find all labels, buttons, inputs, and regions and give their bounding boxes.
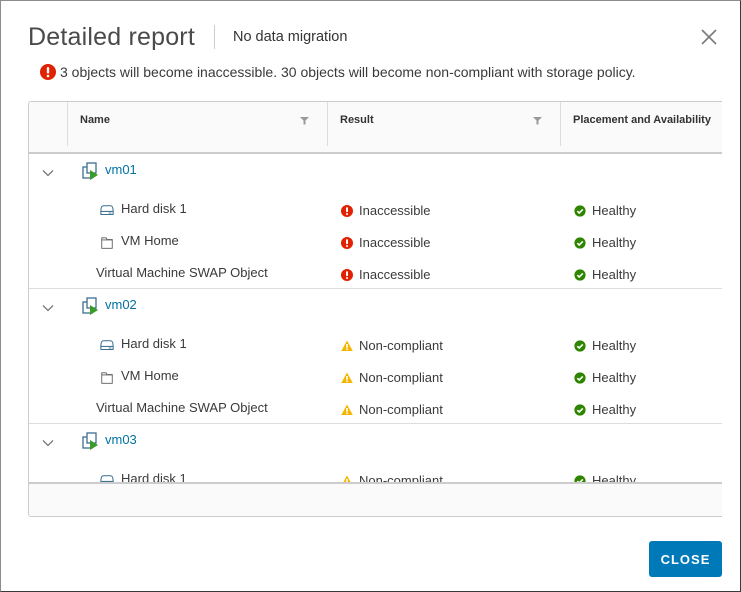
placement-status: Healthy bbox=[574, 338, 636, 353]
result-status: Inaccessible bbox=[341, 203, 431, 218]
column-header-result[interactable]: Result bbox=[340, 114, 374, 126]
placement-status: Healthy bbox=[574, 267, 636, 282]
filter-icon[interactable] bbox=[300, 116, 309, 125]
detailed-report-grid: Name Result Placement and Availability v… bbox=[28, 101, 722, 517]
vm-group: vm01 Hard disk 1 Inaccessible Healthy VM Hom… bbox=[29, 154, 722, 289]
placement-status: Healthy bbox=[574, 402, 636, 417]
result-text: Non-compliant bbox=[359, 338, 443, 353]
table-row: VM Home Inaccessible Healthy bbox=[29, 233, 722, 263]
hard-disk-icon bbox=[100, 205, 114, 216]
alert-message: 3 objects will become inaccessible. 30 o… bbox=[40, 64, 636, 80]
result-text: Inaccessible bbox=[359, 235, 431, 250]
vm-row: vm03 bbox=[29, 424, 722, 454]
success-icon bbox=[574, 403, 586, 416]
close-icon[interactable] bbox=[699, 27, 719, 47]
dialog-header: Detailed report No data migration bbox=[28, 21, 347, 53]
table-row: VM Home Non-compliant Healthy bbox=[29, 368, 722, 398]
placement-text: Healthy bbox=[592, 338, 637, 353]
success-icon bbox=[574, 339, 586, 352]
dialog-title: Detailed report bbox=[28, 22, 195, 51]
warning-icon bbox=[341, 372, 353, 383]
chevron-down-icon[interactable] bbox=[42, 304, 54, 312]
warning-icon bbox=[341, 404, 353, 415]
result-status: Non-compliant bbox=[341, 370, 443, 385]
success-icon bbox=[574, 268, 586, 281]
column-separator[interactable] bbox=[327, 102, 328, 146]
placement-text: Healthy bbox=[592, 203, 637, 218]
vm-row: vm02 bbox=[29, 289, 722, 319]
warning-icon bbox=[341, 340, 353, 351]
placement-text: Healthy bbox=[592, 473, 637, 482]
column-header-name[interactable]: Name bbox=[80, 114, 110, 126]
close-button[interactable]: CLOSE bbox=[649, 541, 722, 577]
filter-icon[interactable] bbox=[533, 116, 542, 125]
column-separator[interactable] bbox=[560, 102, 561, 146]
success-icon bbox=[574, 204, 586, 217]
title-divider bbox=[213, 25, 215, 49]
result-text: Inaccessible bbox=[359, 203, 431, 218]
vm-row: vm01 bbox=[29, 154, 722, 184]
error-icon bbox=[40, 64, 56, 80]
object-name: Hard disk 1 bbox=[121, 201, 187, 216]
grid-header: Name Result Placement and Availability bbox=[29, 102, 722, 154]
placement-status: Healthy bbox=[574, 473, 636, 482]
detailed-report-dialog: Detailed report No data migration 3 obje… bbox=[0, 0, 741, 592]
result-text: Non-compliant bbox=[359, 402, 443, 417]
grid-footer bbox=[29, 482, 722, 516]
error-icon bbox=[341, 204, 353, 217]
grid-body: vm01 Hard disk 1 Inaccessible Healthy VM Hom… bbox=[29, 154, 722, 482]
hard-disk-icon bbox=[100, 340, 114, 351]
error-icon bbox=[341, 268, 353, 281]
folder-icon bbox=[101, 372, 113, 384]
vm-name-link[interactable]: vm03 bbox=[105, 432, 137, 447]
chevron-down-icon[interactable] bbox=[42, 439, 54, 447]
vm-group: vm03 Hard disk 1 Non-compliant Healthy bbox=[29, 424, 722, 482]
table-row: Hard disk 1 Non-compliant Healthy bbox=[29, 471, 722, 482]
vm-icon bbox=[82, 162, 98, 180]
result-status: Non-compliant bbox=[341, 338, 443, 353]
result-status: Inaccessible bbox=[341, 235, 431, 250]
table-row: Hard disk 1 Non-compliant Healthy bbox=[29, 336, 722, 366]
object-name: Hard disk 1 bbox=[121, 471, 187, 482]
success-icon bbox=[574, 236, 586, 249]
object-name: Virtual Machine SWAP Object bbox=[96, 400, 268, 415]
placement-text: Healthy bbox=[592, 235, 637, 250]
placement-status: Healthy bbox=[574, 235, 636, 250]
vm-icon bbox=[82, 297, 98, 315]
vm-name-link[interactable]: vm02 bbox=[105, 297, 137, 312]
placement-status: Healthy bbox=[574, 203, 636, 218]
chevron-down-icon[interactable] bbox=[42, 169, 54, 177]
object-name: VM Home bbox=[121, 233, 179, 248]
result-text: Non-compliant bbox=[359, 370, 443, 385]
success-icon bbox=[574, 371, 586, 384]
dialog-subtitle: No data migration bbox=[232, 29, 348, 45]
result-status: Non-compliant bbox=[341, 402, 443, 417]
vm-group: vm02 Hard disk 1 Non-compliant Healthy VM Ho… bbox=[29, 289, 722, 424]
success-icon bbox=[574, 474, 586, 482]
table-row: Hard disk 1 Inaccessible Healthy bbox=[29, 201, 722, 231]
column-header-placement[interactable]: Placement and Availability bbox=[573, 114, 711, 126]
hard-disk-icon bbox=[100, 475, 114, 482]
object-name: Virtual Machine SWAP Object bbox=[96, 265, 268, 280]
result-text: Inaccessible bbox=[359, 267, 431, 282]
result-status: Inaccessible bbox=[341, 267, 431, 282]
placement-text: Healthy bbox=[592, 370, 637, 385]
result-text: Non-compliant bbox=[359, 473, 443, 482]
error-icon bbox=[341, 236, 353, 249]
warning-icon bbox=[343, 475, 351, 482]
vm-name-link[interactable]: vm01 bbox=[105, 162, 137, 177]
vm-icon bbox=[82, 432, 98, 450]
placement-text: Healthy bbox=[592, 402, 637, 417]
placement-status: Healthy bbox=[574, 370, 636, 385]
alert-text: 3 objects will become inaccessible. 30 o… bbox=[60, 64, 636, 80]
object-name: Hard disk 1 bbox=[121, 336, 187, 351]
result-status: Non-compliant bbox=[341, 473, 443, 482]
folder-icon bbox=[101, 237, 113, 249]
object-name: VM Home bbox=[121, 368, 179, 383]
column-separator bbox=[67, 102, 68, 146]
placement-text: Healthy bbox=[592, 267, 637, 282]
